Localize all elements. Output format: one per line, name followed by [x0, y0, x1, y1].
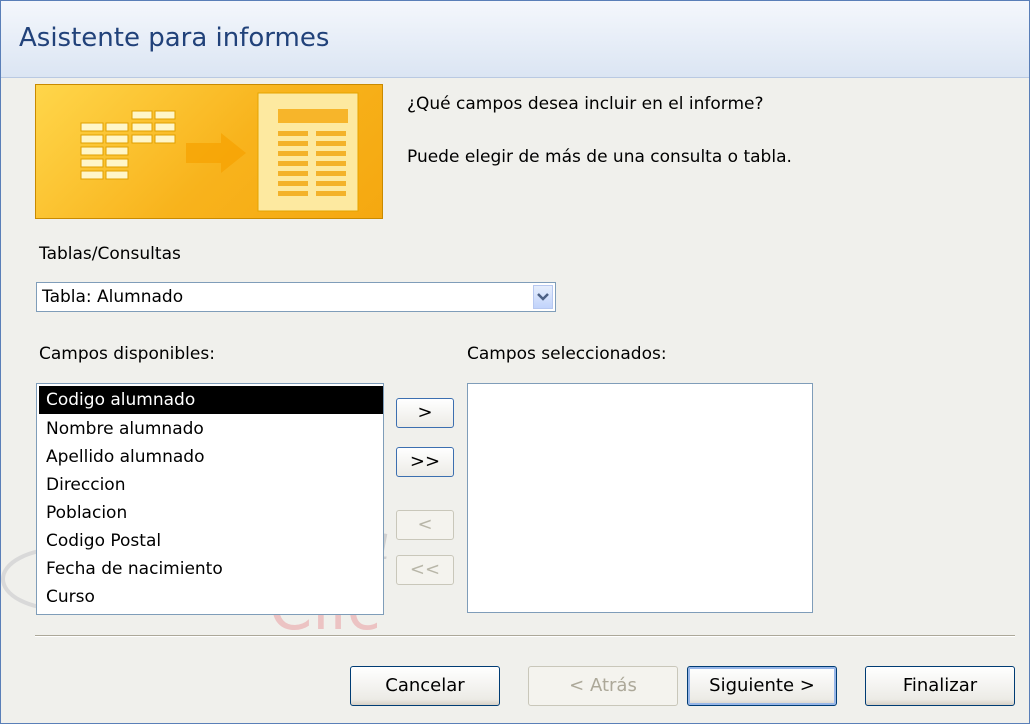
list-item[interactable]: Poblacion: [42, 499, 131, 527]
add-all-fields-button[interactable]: >>: [396, 447, 454, 477]
arrow-right-icon: [186, 133, 246, 173]
report-page-icon: [257, 92, 359, 212]
selected-fields-label: Campos seleccionados:: [467, 344, 667, 364]
available-fields-label: Campos disponibles:: [39, 344, 215, 364]
finish-button[interactable]: Finalizar: [865, 666, 1015, 706]
cancel-button[interactable]: Cancelar: [350, 666, 500, 706]
wizard-question: ¿Qué campos desea incluir en el informe?: [407, 94, 764, 114]
wizard-banner-illustration: [35, 84, 383, 219]
tables-combo-value: Tabla: Alumnado: [42, 287, 184, 307]
list-item[interactable]: Apellido alumnado: [42, 443, 209, 471]
footer-separator: [35, 635, 1015, 637]
remove-all-fields-button[interactable]: <<: [396, 555, 454, 585]
list-item[interactable]: Nombre alumnado: [42, 415, 208, 443]
wizard-hint: Puede elegir de más de una consulta o ta…: [407, 147, 792, 167]
back-button[interactable]: < Atrás: [528, 666, 678, 706]
title-bar: Asistente para informes: [1, 1, 1029, 78]
window-title: Asistente para informes: [19, 23, 330, 53]
available-fields-list[interactable]: Codigo alumnado Nombre alumnado Apellido…: [36, 383, 384, 615]
add-field-button[interactable]: >: [396, 398, 454, 428]
next-button[interactable]: Siguiente >: [687, 666, 837, 706]
remove-field-button[interactable]: <: [396, 510, 454, 540]
list-item[interactable]: Direccion: [42, 471, 129, 499]
report-wizard-dialog: Asistente para informes ¿Qué campos dese…: [0, 0, 1030, 724]
chevron-down-icon[interactable]: [533, 285, 553, 309]
list-item[interactable]: Codigo alumnado: [39, 386, 383, 414]
selected-fields-list[interactable]: [467, 383, 813, 613]
list-item[interactable]: Codigo Postal: [42, 527, 165, 555]
tables-label: Tablas/Consultas: [39, 244, 181, 264]
list-item[interactable]: Curso: [42, 583, 99, 611]
table-grid-icon: [80, 110, 176, 180]
list-item[interactable]: Fecha de nacimiento: [42, 555, 227, 583]
tables-combo[interactable]: Tabla: Alumnado: [36, 282, 556, 312]
